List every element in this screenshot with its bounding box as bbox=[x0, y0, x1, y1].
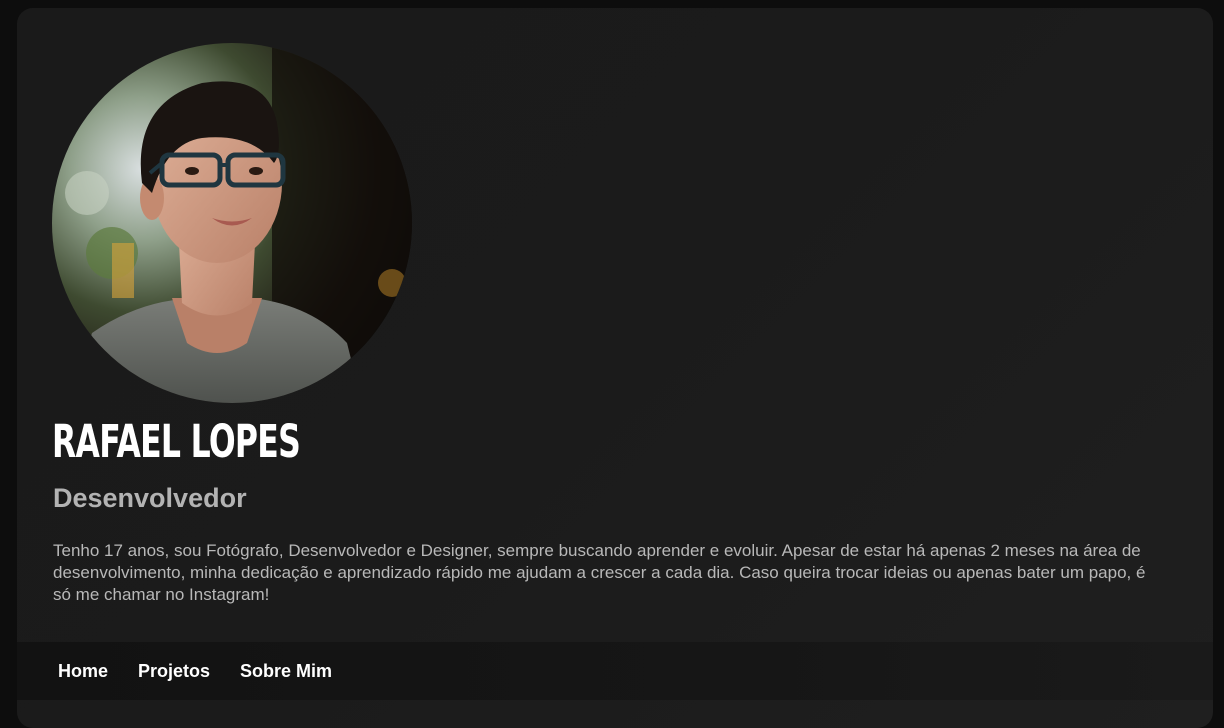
nav-item-projetos[interactable]: Projetos bbox=[138, 661, 210, 682]
bottom-nav: Home Projetos Sobre Mim bbox=[17, 642, 1213, 700]
nav-item-sobre-mim[interactable]: Sobre Mim bbox=[240, 661, 332, 682]
profile-photo bbox=[52, 43, 412, 403]
profile-role: Desenvolvedor bbox=[53, 483, 247, 513]
profile-name: RAFAEL LOPES bbox=[52, 415, 301, 468]
profile-bio: Tenho 17 anos, sou Fotógrafo, Desenvolve… bbox=[53, 541, 1146, 604]
profile-card: RAFAEL LOPES Desenvolvedor Tenho 17 anos… bbox=[17, 8, 1213, 728]
nav-item-home[interactable]: Home bbox=[58, 661, 108, 682]
